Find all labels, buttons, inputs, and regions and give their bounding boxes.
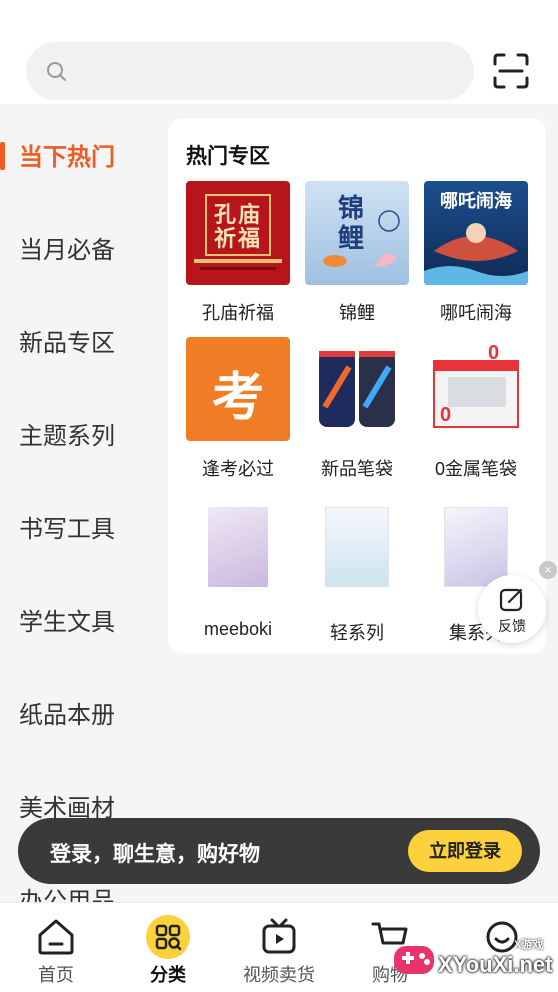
grid-item[interactable]: meeboki	[185, 501, 291, 640]
login-prompt-text: 登录，聊生意，购好物	[50, 843, 260, 866]
item-label: 逢考必过	[202, 459, 274, 479]
category-icon	[146, 915, 190, 959]
tab-label: 分类	[150, 965, 186, 985]
grid-item[interactable]: 考 逢考必过	[185, 337, 291, 481]
search-bar[interactable]	[26, 42, 474, 100]
thumb-exam: 考	[186, 337, 290, 441]
gamepad-logo-icon	[394, 946, 434, 974]
sidebar-item-monthly[interactable]: 当月必备	[0, 217, 166, 277]
edit-icon	[499, 588, 523, 612]
sidebar-item-label: 主题系列	[19, 422, 115, 450]
tab-category[interactable]: 分类	[118, 903, 218, 992]
thumb-pencil-case	[305, 337, 409, 441]
thumb-caption: 考	[211, 367, 264, 428]
svg-text:0: 0	[488, 342, 499, 364]
close-icon[interactable]: ×	[539, 561, 557, 579]
login-banner: 登录，聊生意，购好物 立即登录	[18, 818, 540, 884]
login-button[interactable]: 立即登录	[408, 830, 522, 872]
tab-home[interactable]: 首页	[6, 903, 106, 992]
sidebar-item-label: 当下热门	[19, 143, 115, 171]
sidebar-item-label: 当月必备	[19, 236, 115, 264]
sidebar-item-label: 书写工具	[19, 515, 115, 543]
thumb-confucius: 孔庙祈福	[186, 181, 290, 285]
top-header	[0, 0, 558, 104]
hot-zone-card: 热门专区 孔庙祈福 孔庙祈福 锦鲤 锦鲤 哪吒闹海 哪吒闹海 考 逢考必过 新品…	[168, 118, 546, 653]
item-label: 0金属笔袋	[434, 459, 517, 479]
feedback-button[interactable]: 反馈	[478, 575, 546, 643]
item-label: 孔庙祈福	[202, 303, 274, 323]
box-image: 0 0	[433, 342, 519, 428]
sidebar-item-student[interactable]: 学生文具	[0, 589, 166, 649]
grid-item[interactable]: 轻系列	[304, 501, 410, 645]
pencil-case-image	[319, 351, 395, 427]
tab-label: 视频卖货	[243, 965, 315, 985]
sidebar-item-paper[interactable]: 纸品本册	[0, 682, 166, 742]
watermark: X游戏 XYouXi.net	[390, 930, 558, 992]
tab-video-sales[interactable]: 视频卖货	[229, 903, 329, 992]
thumb-koi: 锦鲤	[305, 181, 409, 285]
category-sidebar: 当下热门 当月必备 新品专区 主题系列 书写工具 学生文具 纸品本册 美术画材 …	[0, 104, 166, 915]
grid-item[interactable]: 新品笔袋	[304, 337, 410, 481]
feedback-label: 反馈	[498, 618, 526, 634]
sidebar-item-label: 纸品本册	[19, 701, 115, 729]
watermark-text: XYouXi.net	[438, 952, 553, 977]
thumb-caption: 哪吒闹海	[440, 191, 512, 211]
thumb-caption: 锦鲤	[337, 193, 364, 253]
thumb-meeboki	[186, 501, 290, 605]
sidebar-item-label: 学生文具	[19, 608, 115, 636]
svg-text:0: 0	[440, 404, 451, 426]
item-label: 锦鲤	[339, 303, 375, 323]
thumb-caption: 孔庙祈福	[213, 202, 262, 251]
sidebar-item-theme[interactable]: 主题系列	[0, 403, 166, 463]
thumb-metal-free-case: 0 0	[424, 337, 528, 441]
sidebar-item-writing[interactable]: 书写工具	[0, 496, 166, 556]
scan-icon[interactable]	[492, 52, 530, 90]
item-label: meeboki	[203, 619, 273, 639]
item-label: 轻系列	[330, 623, 384, 643]
section-title: 热门专区	[186, 145, 270, 168]
grid-item[interactable]: 哪吒闹海 哪吒闹海	[423, 181, 529, 325]
tab-label: 首页	[38, 965, 74, 985]
sidebar-item-new[interactable]: 新品专区	[0, 310, 166, 370]
grid-item[interactable]: 锦鲤 锦鲤	[304, 181, 410, 325]
grid-item[interactable]: 0 0 0金属笔袋	[423, 337, 529, 481]
sidebar-item-hot[interactable]: 当下热门	[0, 124, 166, 184]
tv-play-icon	[262, 918, 296, 954]
home-icon	[38, 919, 74, 955]
sidebar-item-label: 新品专区	[19, 329, 115, 357]
item-label: 新品笔袋	[321, 459, 393, 479]
grid-item[interactable]: 孔庙祈福 孔庙祈福	[185, 181, 291, 325]
watermark-small: X游戏	[514, 939, 544, 951]
thumb-nezha: 哪吒闹海	[424, 181, 528, 285]
thumb-light-series	[305, 501, 409, 605]
item-label: 哪吒闹海	[440, 303, 512, 323]
search-icon	[47, 62, 66, 81]
meeboki-pack-image	[208, 507, 268, 587]
notebook-image	[325, 507, 389, 587]
